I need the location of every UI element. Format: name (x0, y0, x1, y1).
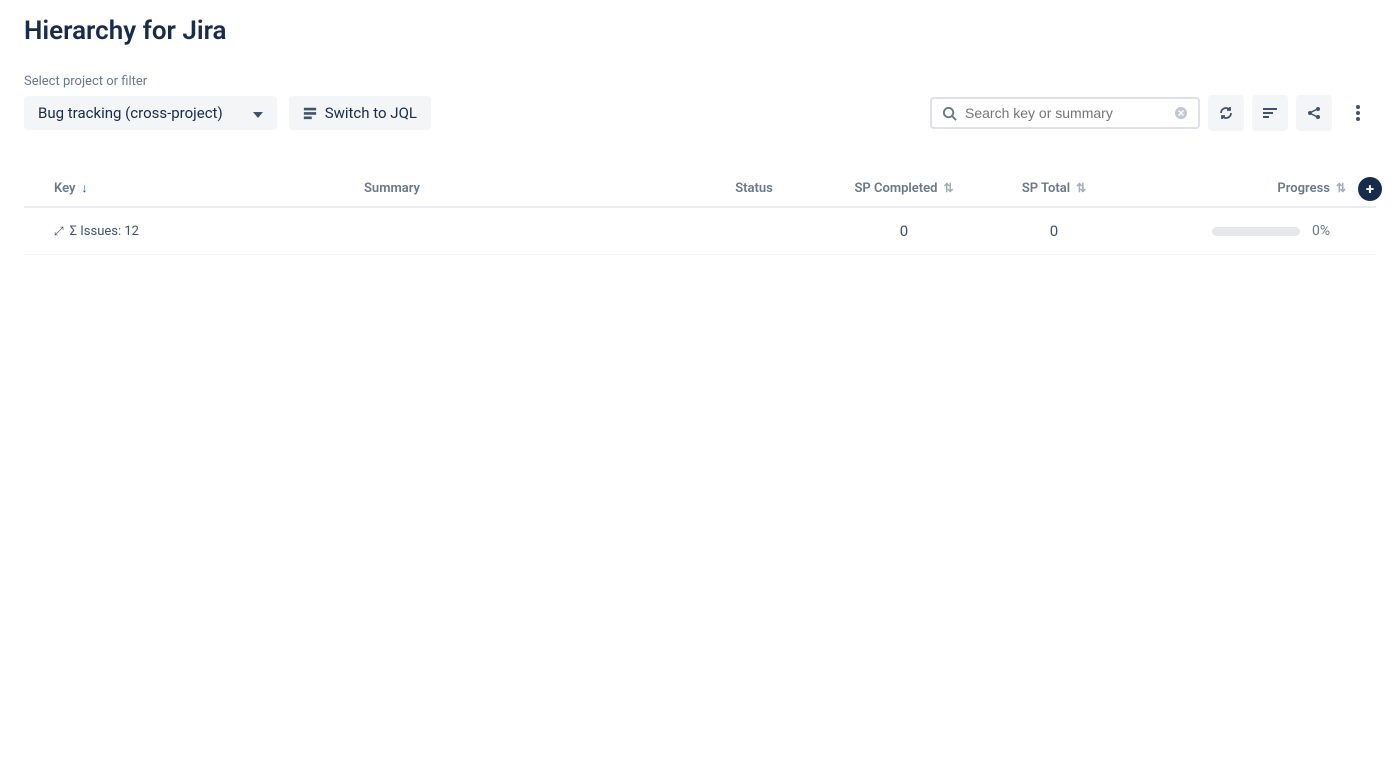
toolbar-right (930, 95, 1376, 131)
chevron-down-icon (253, 104, 263, 122)
toolbar: Bug tracking (cross-project) Switch to J… (24, 95, 1376, 131)
refresh-button[interactable] (1208, 95, 1244, 131)
share-button[interactable] (1296, 95, 1332, 131)
summary-label: ⤢ Σ Issues: 12 (54, 224, 139, 239)
column-header-key[interactable]: Key ↓ (54, 181, 364, 196)
summary-sp-completed: 0 (824, 222, 984, 240)
jql-icon (303, 106, 317, 120)
sort-asc-icon: ↓ (81, 181, 87, 195)
table-header-row: Key ↓ Summary Status SP Completed ⇅ SP Tot… (24, 171, 1376, 208)
add-column-button[interactable]: + (1358, 177, 1382, 201)
sort-icon: ⇅ (943, 181, 953, 195)
column-header-progress-label: Progress (1277, 181, 1330, 196)
page-title: Hierarchy for Jira (24, 16, 1376, 46)
select-project-label: Select project or filter (24, 74, 1376, 89)
search-input[interactable] (965, 105, 1166, 121)
project-dropdown-value: Bug tracking (cross-project) (38, 104, 223, 122)
column-header-summary[interactable]: Summary (364, 181, 684, 196)
column-header-sp-total[interactable]: SP Total ⇅ (984, 181, 1124, 196)
summary-sp-total: 0 (984, 222, 1124, 240)
clear-search-icon[interactable] (1174, 106, 1188, 120)
search-box[interactable] (930, 97, 1200, 129)
toolbar-left: Bug tracking (cross-project) Switch to J… (24, 96, 431, 130)
expand-all-icon[interactable]: ⤢ (54, 224, 64, 239)
summary-row: ⤢ Σ Issues: 12 0 0 0% (24, 208, 1376, 255)
column-header-progress[interactable]: Progress ⇅ (1124, 181, 1346, 196)
project-dropdown[interactable]: Bug tracking (cross-project) (24, 96, 277, 130)
issues-table: + Key↓ Summary Status SP Completed⇅ SP T… (24, 171, 1376, 255)
summary-text: Σ Issues: 12 (70, 224, 139, 239)
sort-icon: ⇅ (1336, 181, 1346, 195)
column-header-sp-completed-label: SP Completed (854, 181, 937, 196)
summary-progress: 0% (1312, 223, 1346, 239)
column-header-status[interactable]: Status (684, 181, 824, 196)
sort-button[interactable] (1252, 95, 1288, 131)
switch-to-jql-button[interactable]: Switch to JQL (289, 96, 431, 130)
column-header-sp-total-label: SP Total (1022, 181, 1070, 196)
progress-bar (1212, 227, 1300, 236)
column-header-sp-completed[interactable]: SP Completed ⇅ (824, 181, 984, 196)
sort-icon: ⇅ (1076, 181, 1086, 195)
more-menu-button[interactable] (1340, 95, 1376, 131)
column-header-key-label: Key (54, 181, 75, 196)
switch-to-jql-label: Switch to JQL (325, 104, 417, 122)
search-icon (942, 106, 957, 121)
